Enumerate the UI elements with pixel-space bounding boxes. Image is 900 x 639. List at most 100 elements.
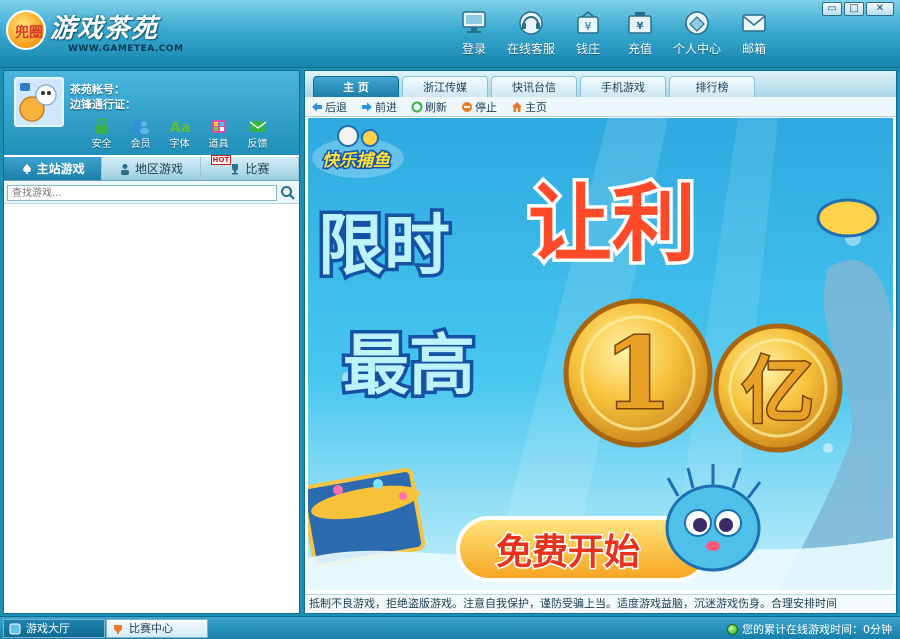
tool-font[interactable]: Aa 字体 xyxy=(160,117,199,150)
browser-toolbar: 后退 前进 刷新 停止 主页 xyxy=(305,97,896,117)
feedback-icon xyxy=(249,121,266,132)
back-label: 后退 xyxy=(325,100,347,114)
tab-match-center-label: 比赛中心 xyxy=(129,622,173,635)
tab-main-games-label: 主站游戏 xyxy=(36,162,85,176)
app-logo: 兜圈 游戏茶苑 WWW.GAMETEA.COM xyxy=(6,6,191,58)
close-button[interactable]: ✕ xyxy=(866,2,894,16)
tab-regional-games[interactable]: 地区游戏 xyxy=(102,157,201,180)
mail-icon xyxy=(742,14,766,32)
promo-banner[interactable]: 快乐捕鱼 限时 让利 最高 1 亿 免费开始 xyxy=(308,118,893,590)
nav-bank[interactable]: ¥ 钱庄 xyxy=(562,6,614,62)
logo-title: 游戏茶苑 xyxy=(50,14,159,44)
status-bar: 游戏大厅 比赛中心 您的累计在线游戏时间：0分钟 xyxy=(0,616,900,639)
tool-members[interactable]: 会员 xyxy=(121,117,160,150)
logo-seal: 兜圈 xyxy=(6,10,46,50)
banner-headline-1a: 限时 xyxy=(318,207,450,284)
tab-zhejiang-media[interactable]: 浙江传媒 xyxy=(402,76,488,97)
nav-login-label: 登录 xyxy=(461,42,486,56)
match-center-icon xyxy=(114,625,122,634)
props-icon xyxy=(211,120,226,133)
tab-news[interactable]: 快讯台信 xyxy=(491,76,577,97)
svg-text:¥: ¥ xyxy=(585,20,592,33)
stop-icon xyxy=(462,101,472,112)
user-tools: 安全 会员 Aa 字体 道具 反馈 xyxy=(82,117,277,150)
online-status-icon xyxy=(727,623,738,635)
forward-arrow-icon xyxy=(362,102,372,111)
home-button[interactable]: 主页 xyxy=(511,99,547,115)
refresh-icon xyxy=(411,101,423,112)
nav-personal-center[interactable]: 个人中心 xyxy=(666,6,728,62)
home-label: 主页 xyxy=(525,100,547,114)
tab-rankings[interactable]: 排行榜 xyxy=(669,76,755,97)
restore-button[interactable]: □ xyxy=(844,2,864,16)
logo-seal-text: 兜圈 xyxy=(15,25,43,41)
tab-regional-games-label: 地区游戏 xyxy=(134,162,183,176)
nav-mail[interactable]: 邮箱 xyxy=(728,6,780,62)
avatar[interactable] xyxy=(14,77,64,127)
passport-label: 边锋通行证： xyxy=(70,98,136,111)
notice-ticker: 抵制不良游戏，拒绝盗版游戏。注意自我保护，谨防受骗上当。适度游戏益脑，沉迷游戏伤… xyxy=(305,594,896,613)
online-time: 您的累计在线游戏时间：0分钟 xyxy=(727,621,892,637)
page-tabs: 主 页 浙江传媒 快讯台信 手机游戏 排行榜 xyxy=(305,71,896,97)
tool-feedback-label: 反馈 xyxy=(247,139,268,150)
title-bar: 兜圈 游戏茶苑 WWW.GAMETEA.COM 登录 在线客服 ¥ 钱庄 ¥ 充… xyxy=(0,0,900,68)
avatar-image xyxy=(16,79,62,125)
window-controls: ▭ □ ✕ xyxy=(822,2,894,16)
user-box: 茶苑帐号： 边锋通行证： 安全 会员 Aa 字体 道具 反馈 xyxy=(4,71,299,155)
person-icon xyxy=(120,164,129,175)
back-arrow-icon xyxy=(312,102,322,111)
search-icon[interactable] xyxy=(279,184,297,202)
font-icon: Aa xyxy=(170,120,190,135)
monitor-icon xyxy=(462,11,486,33)
minimize-button[interactable]: ▭ xyxy=(822,2,842,16)
tab-home[interactable]: 主 页 xyxy=(313,76,399,97)
tool-feedback[interactable]: 反馈 xyxy=(238,117,277,150)
promo-banner-art: 快乐捕鱼 限时 让利 最高 1 亿 免费开始 xyxy=(308,118,893,590)
game-hall-icon xyxy=(9,623,21,635)
nav-bank-label: 钱庄 xyxy=(575,42,600,56)
tool-props-label: 道具 xyxy=(208,139,229,150)
svg-text:¥: ¥ xyxy=(637,21,644,32)
svg-text:Aa: Aa xyxy=(170,120,190,135)
tool-props[interactable]: 道具 xyxy=(199,117,238,150)
game-list[interactable] xyxy=(4,205,299,613)
nav-recharge-label: 充值 xyxy=(627,42,652,56)
forward-button[interactable]: 前进 xyxy=(361,99,397,115)
banner-logo-text: 快乐捕鱼 xyxy=(322,151,391,171)
nav-recharge[interactable]: ¥ 充值 xyxy=(614,6,666,62)
search-row xyxy=(4,182,299,204)
nav-online-service[interactable]: 在线客服 xyxy=(500,6,562,62)
tab-matches[interactable]: HOT 比赛 xyxy=(201,155,299,180)
stop-button[interactable]: 停止 xyxy=(461,99,497,115)
refresh-label: 刷新 xyxy=(425,100,447,114)
refresh-button[interactable]: 刷新 xyxy=(411,99,447,115)
personal-center-icon xyxy=(685,11,709,35)
online-time-text: 您的累计在线游戏时间：0分钟 xyxy=(742,623,892,636)
left-panel: 茶苑帐号： 边锋通行证： 安全 会员 Aa 字体 道具 反馈 主站游戏 地区游戏… xyxy=(3,70,300,614)
back-button[interactable]: 后退 xyxy=(311,99,347,115)
tab-game-hall[interactable]: 游戏大厅 xyxy=(3,619,105,638)
spade-icon xyxy=(22,164,31,174)
bank-icon: ¥ xyxy=(577,11,599,34)
members-icon xyxy=(132,119,149,134)
forward-label: 前进 xyxy=(375,100,397,114)
coin-yi-text: 亿 xyxy=(742,349,814,433)
account-label: 茶苑帐号： xyxy=(70,83,125,96)
tab-mobile-games[interactable]: 手机游戏 xyxy=(580,76,666,97)
nav-login[interactable]: 登录 xyxy=(448,6,500,62)
search-input[interactable] xyxy=(7,185,277,201)
tab-main-games[interactable]: 主站游戏 xyxy=(4,157,103,180)
banner-headline-2: 最高 xyxy=(343,327,475,404)
coin-one-text: 1 xyxy=(604,317,672,432)
stop-label: 停止 xyxy=(475,100,497,114)
tab-match-center[interactable]: 比赛中心 xyxy=(106,619,208,638)
nav-mail-label: 邮箱 xyxy=(741,42,766,56)
tab-game-hall-label: 游戏大厅 xyxy=(26,622,70,635)
logo-domain: WWW.GAMETEA.COM xyxy=(68,44,184,54)
recharge-icon: ¥ xyxy=(628,12,652,34)
hot-badge: HOT xyxy=(210,155,232,165)
tool-security[interactable]: 安全 xyxy=(82,117,121,150)
free-start-label: 免费开始 xyxy=(496,532,640,573)
tool-font-label: 字体 xyxy=(169,139,190,150)
tab-matches-label: 比赛 xyxy=(245,162,270,176)
